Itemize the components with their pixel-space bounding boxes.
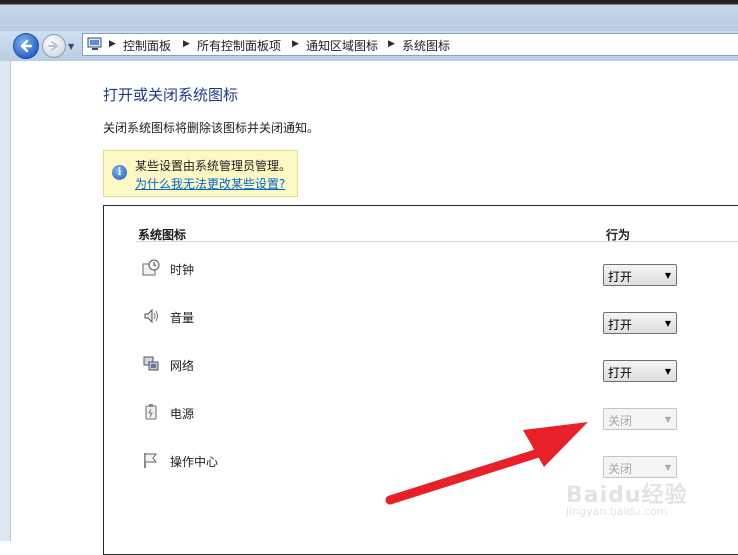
forward-button[interactable] [42,34,66,58]
breadcrumb-separator-icon[interactable]: ▶ [183,39,190,49]
breadcrumb-separator-icon[interactable]: ▶ [388,39,395,49]
breadcrumb-item[interactable]: 所有控制面板项 [197,37,281,54]
header-divider [136,241,738,242]
network-behavior-select[interactable]: 打开 ▼ [603,360,677,382]
page-title: 打开或关闭系统图标 [103,86,239,104]
info-message: 某些设置由系统管理员管理。 [135,159,292,173]
computer-icon [87,37,102,50]
back-button[interactable] [13,33,39,59]
select-value: 关闭 [608,414,633,428]
breadcrumb-separator-icon[interactable]: ▶ [292,39,299,49]
select-value: 关闭 [608,462,633,476]
flag-icon [144,453,157,468]
back-arrow-icon [20,39,33,53]
select-value: 打开 [608,270,633,284]
row-label-action-center: 操作中心 [170,455,219,469]
recent-pages-dropdown-icon[interactable]: ▼ [68,42,74,51]
left-pane [0,61,11,541]
select-value: 打开 [608,318,633,332]
breadcrumb-item[interactable]: 控制面板 [123,37,171,54]
info-banner: i 某些设置由系统管理员管理。 为什么我无法更改某些设置? [103,150,298,197]
forward-arrow-icon [48,41,58,51]
clock-icon [142,259,160,276]
window-title-strip [0,0,738,31]
speaker-icon [144,308,158,324]
chevron-down-icon: ▼ [664,415,671,424]
action-center-behavior-select[interactable]: 关闭 ▼ [603,456,677,478]
address-bar[interactable]: ▶ 控制面板 ▶ 所有控制面板项 ▶ 通知区域图标 ▶ 系统图标 [82,33,738,56]
watermark-url: jingyan.baidu.com [566,505,668,518]
row-label-clock: 时钟 [170,263,195,277]
power-behavior-select[interactable]: 关闭 ▼ [603,408,677,430]
chevron-down-icon: ▼ [664,319,671,328]
row-label-power: 电源 [170,407,195,421]
clock-behavior-select[interactable]: 打开 ▼ [603,264,677,286]
select-value: 打开 [608,366,633,380]
breadcrumb-separator-icon[interactable]: ▶ [109,39,116,49]
page-description: 关闭系统图标将删除该图标并关闭通知。 [103,121,320,135]
info-help-link[interactable]: 为什么我无法更改某些设置? [135,175,285,192]
info-icon: i [112,165,127,180]
power-icon [145,404,157,420]
row-label-network: 网络 [170,359,195,373]
row-label-volume: 音量 [170,311,195,325]
chevron-down-icon: ▼ [664,367,671,376]
chevron-down-icon: ▼ [664,271,671,280]
network-icon [143,356,159,371]
chevron-down-icon: ▼ [664,463,671,472]
volume-behavior-select[interactable]: 打开 ▼ [603,312,677,334]
breadcrumb-item[interactable]: 系统图标 [402,37,450,54]
breadcrumb-item[interactable]: 通知区域图标 [306,37,378,54]
